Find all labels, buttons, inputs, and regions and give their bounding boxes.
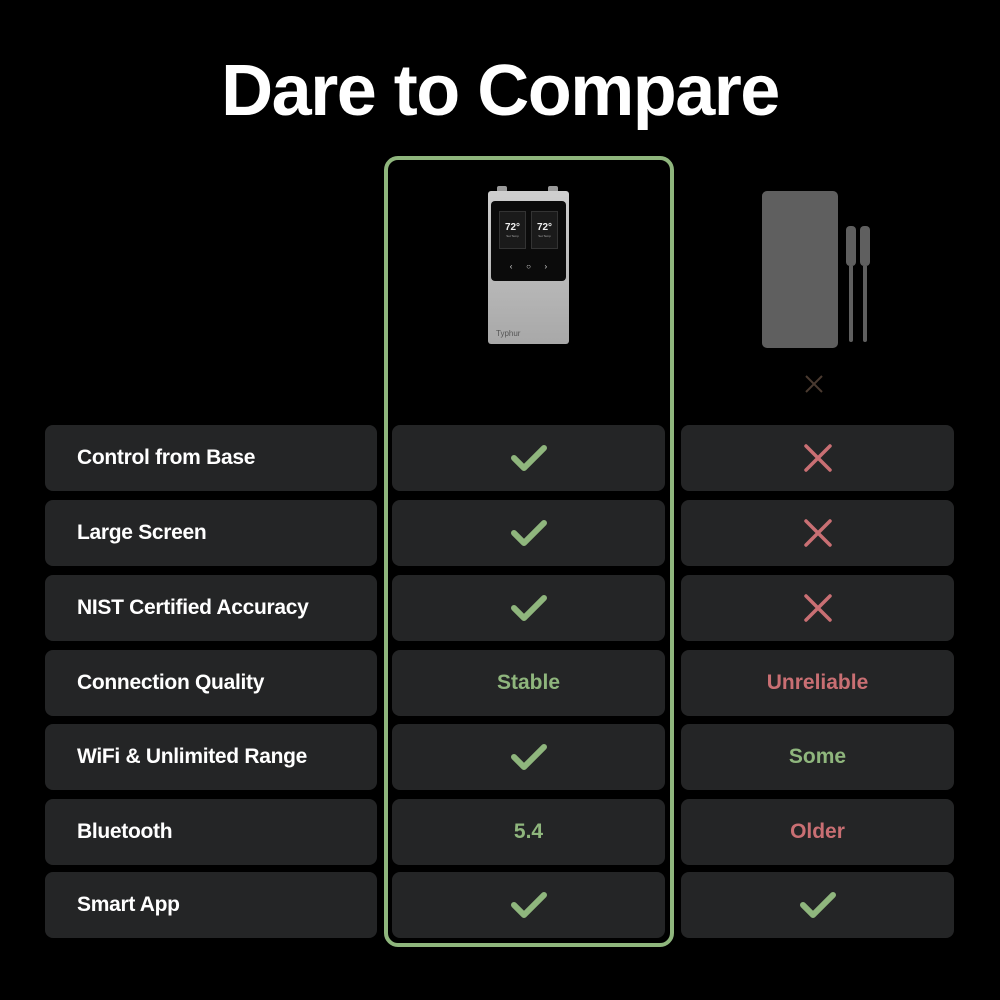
chevron-left-icon: ‹ (509, 262, 513, 271)
screen-caption-left: Set Temp (506, 234, 519, 238)
feature-text: Connection Quality (77, 671, 265, 694)
cell-ours: Stable (392, 650, 665, 716)
device-brand: Typhur (496, 329, 521, 338)
feature-text: Large Screen (77, 521, 207, 544)
chevron-right-icon: › (544, 262, 548, 271)
page-title: Dare to Compare (221, 51, 780, 131)
check-icon (509, 590, 549, 626)
competitor-probe-1 (846, 226, 856, 348)
screen-temp-right: 72° (536, 222, 553, 233)
feature-text: WiFi & Unlimited Range (77, 745, 308, 768)
feature-label: Bluetooth (45, 799, 377, 865)
check-icon (509, 739, 549, 775)
cell-theirs (681, 425, 954, 491)
cell-ours (392, 500, 665, 566)
feature-text: Smart App (77, 893, 180, 916)
cross-icon (798, 515, 838, 551)
theirs-value-text: Older (790, 820, 845, 843)
feature-text: Bluetooth (77, 820, 173, 843)
feature-label: NIST Certified Accuracy (45, 575, 377, 641)
check-icon (509, 887, 549, 923)
table-row-2: Large Screen (0, 500, 1000, 566)
feature-text: NIST Certified Accuracy (77, 596, 309, 619)
feature-label: Control from Base (45, 425, 377, 491)
feature-label: WiFi & Unlimited Range (45, 724, 377, 790)
product-image-ours: 72° Set Temp 72° Set Temp ‹ ○ › Typhur (488, 186, 569, 344)
device-body: 72° Set Temp 72° Set Temp ‹ ○ › Typhur (488, 191, 569, 344)
table-row-4: Connection Quality Stable Unreliable (0, 650, 1000, 716)
cross-icon (798, 590, 838, 626)
check-icon (509, 515, 549, 551)
device-screen: 72° Set Temp 72° Set Temp ‹ ○ › (491, 201, 566, 281)
feature-label: Smart App (45, 872, 377, 938)
feature-text: Control from Base (77, 446, 256, 469)
cell-ours (392, 724, 665, 790)
cross-icon (798, 440, 838, 476)
cell-theirs: Some (681, 724, 954, 790)
table-row-1: Control from Base (0, 425, 1000, 491)
cell-ours (392, 425, 665, 491)
cell-ours (392, 872, 665, 938)
cell-theirs: Older (681, 799, 954, 865)
cell-theirs: Unreliable (681, 650, 954, 716)
home-circle-icon: ○ (526, 262, 531, 271)
feature-label: Connection Quality (45, 650, 377, 716)
table-row-3: NIST Certified Accuracy (0, 575, 1000, 641)
screen-temp-left: 72° (504, 222, 521, 233)
screen-panel-right: 72° Set Temp (531, 211, 558, 249)
competitor-base (762, 191, 838, 348)
table-row-5: WiFi & Unlimited Range Some (0, 724, 1000, 790)
screen-caption-right: Set Temp (538, 234, 551, 238)
check-icon (798, 887, 838, 923)
competitor-probe-2 (860, 226, 870, 348)
theirs-value-text: Unreliable (766, 671, 869, 694)
cell-theirs (681, 575, 954, 641)
ours-value-text: Stable (496, 671, 561, 694)
theirs-value-text: Some (788, 745, 847, 768)
check-icon (509, 440, 549, 476)
screen-nav: ‹ ○ › (491, 262, 566, 271)
cell-theirs (681, 872, 954, 938)
screen-panel-left: 72° Set Temp (499, 211, 526, 249)
cell-ours: 5.4 (392, 799, 665, 865)
table-row-7: Smart App (0, 872, 1000, 938)
feature-label: Large Screen (45, 500, 377, 566)
table-row-6: Bluetooth 5.4 Older (0, 799, 1000, 865)
ours-value-text: 5.4 (513, 820, 544, 843)
cross-icon (805, 375, 823, 393)
cell-theirs (681, 500, 954, 566)
product-image-theirs (762, 191, 874, 401)
cell-ours (392, 575, 665, 641)
